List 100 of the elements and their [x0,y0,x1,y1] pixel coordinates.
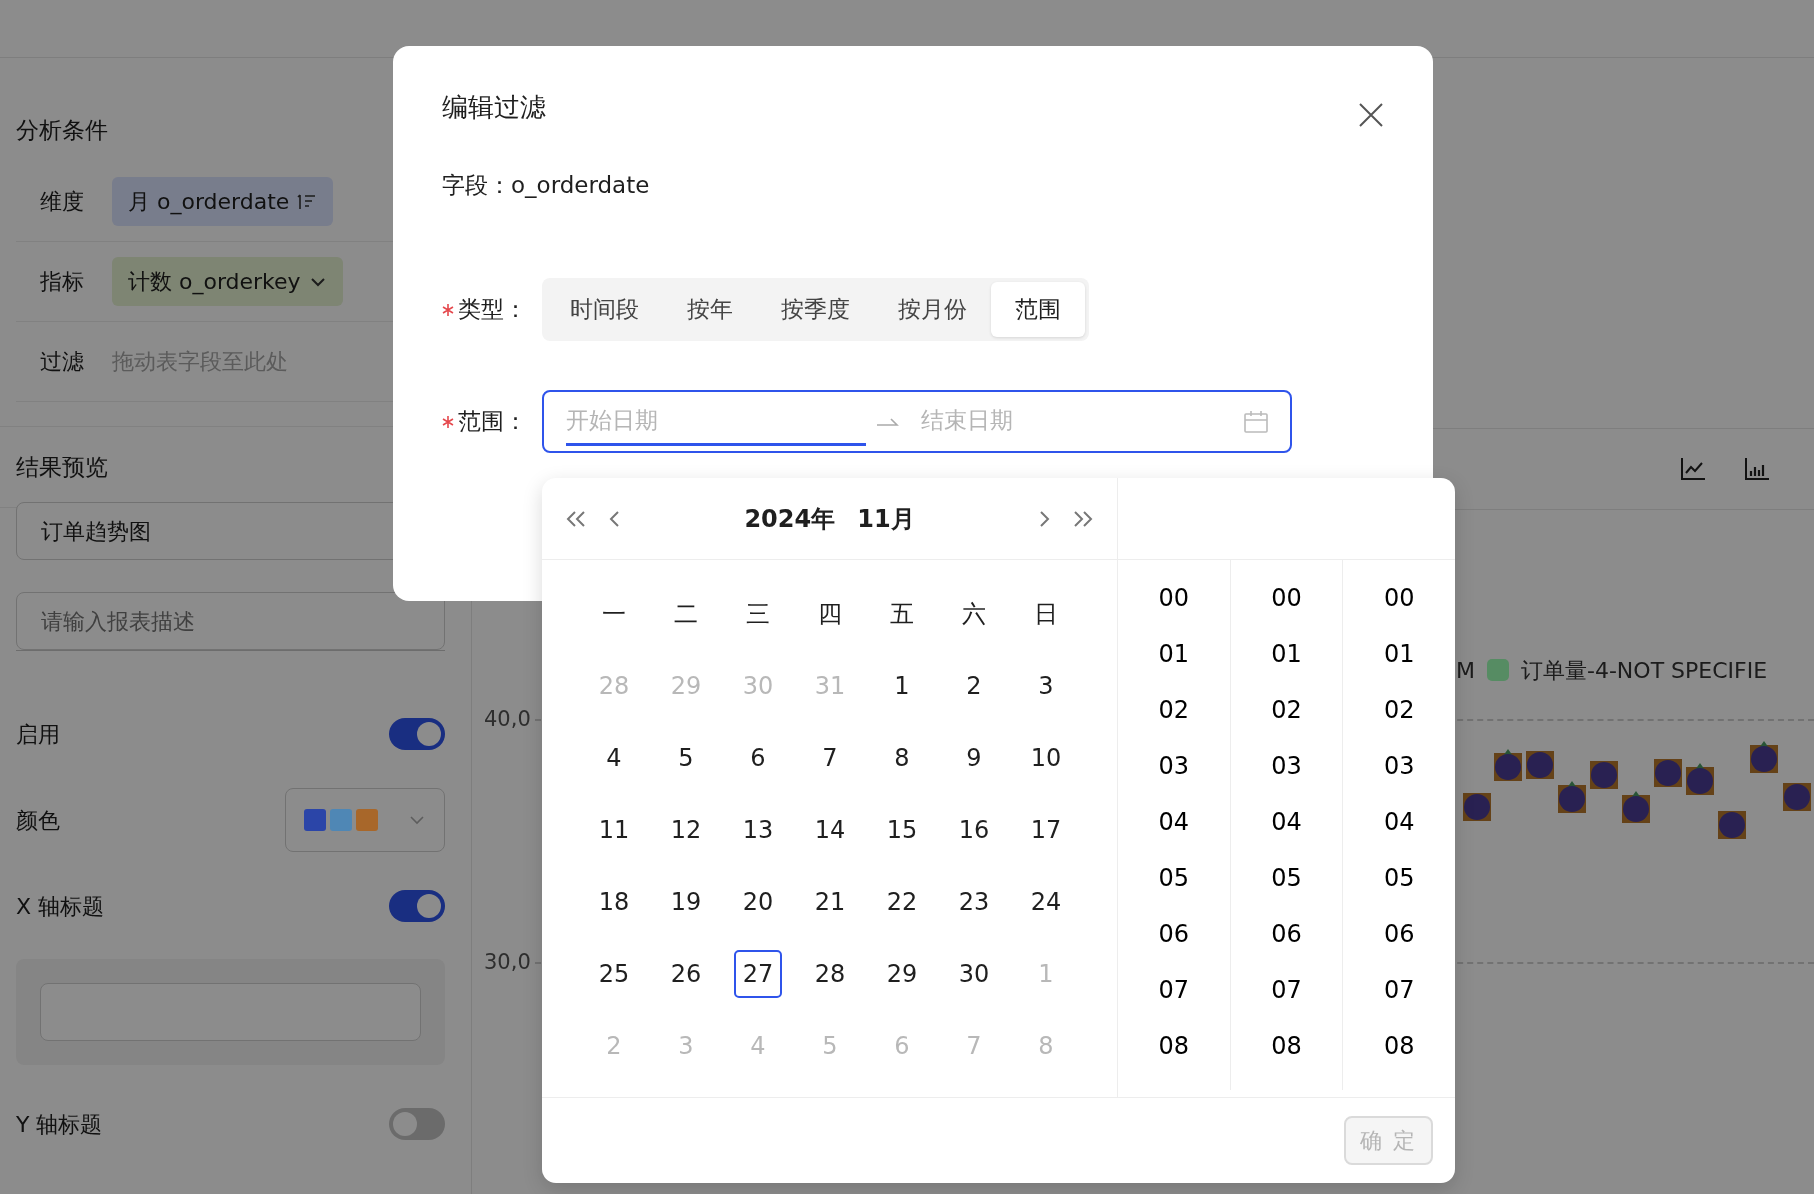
toggle-switch[interactable] [389,1108,445,1140]
time-option[interactable]: 06 [1118,906,1230,962]
double-chevron-left-icon[interactable] [564,508,588,529]
time-option[interactable]: 01 [1343,626,1455,682]
legend-label[interactable]: 订单量-4-NOT SPECIFIE [1521,653,1768,687]
weekday-label: 日 [1034,599,1058,630]
date-cell[interactable]: 5 [662,734,710,782]
time-option[interactable]: 03 [1343,738,1455,794]
start-date-field[interactable]: 开始日期 [566,396,866,447]
bar-chart-icon[interactable] [1744,457,1770,481]
date-cell[interactable]: 8 [878,734,926,782]
date-cell[interactable]: 22 [878,878,926,926]
calendar-icon [1244,410,1268,433]
date-cell[interactable]: 12 [662,806,710,854]
date-cell[interactable]: 19 [662,878,710,926]
date-cell[interactable]: 15 [878,806,926,854]
legend-label[interactable]: M [1456,653,1475,687]
description-field[interactable]: 请输入报表描述 [16,592,445,650]
weekday-label: 二 [674,599,698,630]
time-option[interactable]: 07 [1118,962,1230,1018]
time-option[interactable]: 00 [1230,570,1343,626]
weekday-label: 六 [962,599,986,630]
month-label[interactable]: 11月 [857,504,915,533]
date-cell[interactable]: 1 [878,662,926,710]
time-option[interactable]: 03 [1230,738,1343,794]
toggle-switch[interactable] [389,718,445,750]
time-option[interactable]: 02 [1343,682,1455,738]
setting-label: Y 轴标题 [16,1110,103,1139]
time-option[interactable]: 08 [1343,1018,1455,1074]
time-option[interactable]: 06 [1230,906,1343,962]
color-select[interactable] [285,788,445,852]
time-option[interactable]: 04 [1118,794,1230,850]
date-cell[interactable]: 24 [1022,878,1070,926]
time-option[interactable]: 07 [1230,962,1343,1018]
time-option[interactable]: 06 [1343,906,1455,962]
line-chart-icon[interactable] [1680,457,1706,481]
date-cell[interactable]: 2 [950,662,998,710]
weekday-label: 四 [818,599,842,630]
date-cell[interactable]: 20 [734,878,782,926]
time-option[interactable]: 07 [1343,962,1455,1018]
segment-option[interactable]: 按月份 [874,282,991,337]
axis-tick-label: 30,0 [484,949,531,977]
time-option[interactable]: 05 [1230,850,1343,906]
date-cell[interactable]: 29 [878,950,926,998]
date-cell[interactable]: 7 [806,734,854,782]
time-option[interactable]: 01 [1230,626,1343,682]
time-option[interactable]: 00 [1118,570,1230,626]
chevron-left-icon[interactable] [607,508,621,529]
segment-option[interactable]: 按年 [663,282,757,337]
field-info: 字段：o_orderdate [442,171,651,200]
date-cell[interactable]: 30 [950,950,998,998]
time-option[interactable]: 08 [1118,1018,1230,1074]
segment-option[interactable]: 范围 [991,282,1085,337]
time-option[interactable]: 01 [1118,626,1230,682]
time-option[interactable]: 08 [1230,1018,1343,1074]
date-cell[interactable]: 9 [950,734,998,782]
time-option[interactable]: 04 [1230,794,1343,850]
date-cell[interactable]: 27 [734,950,782,998]
segment-option[interactable]: 时间段 [546,282,663,337]
date-cell[interactable]: 10 [1022,734,1070,782]
double-chevron-right-icon[interactable] [1071,508,1095,529]
date-cell[interactable]: 6 [734,734,782,782]
row-label: 维度 [40,188,84,216]
date-cell[interactable]: 26 [662,950,710,998]
time-option[interactable]: 03 [1118,738,1230,794]
chevron-right-icon[interactable] [1038,508,1052,529]
date-cell[interactable]: 14 [806,806,854,854]
time-option[interactable]: 05 [1343,850,1455,906]
form-label: 类型： [458,295,527,325]
dimension-chip[interactable]: 月 o_orderdate [112,177,334,226]
time-option[interactable]: 02 [1118,682,1230,738]
metric-chip[interactable]: 计数 o_orderkey [112,257,343,306]
date-cell[interactable]: 4 [590,734,638,782]
date-cell[interactable]: 13 [734,806,782,854]
weekday-label: 三 [746,599,770,630]
setting-label: 启用 [16,720,60,749]
setting-label: X 轴标题 [16,892,105,921]
date-cell[interactable]: 25 [590,950,638,998]
year-label[interactable]: 2024年 [744,504,836,533]
date-cell[interactable]: 28 [806,950,854,998]
time-option[interactable]: 02 [1230,682,1343,738]
date-cell[interactable]: 3 [1022,662,1070,710]
date-cell[interactable]: 21 [806,878,854,926]
end-date-field[interactable]: 结束日期 [921,396,1221,447]
axis-title-field[interactable] [40,983,421,1041]
weekday-label: 一 [602,599,626,630]
time-option[interactable]: 05 [1118,850,1230,906]
date-cell[interactable]: 11 [590,806,638,854]
row-label: 过滤 [40,348,84,376]
segment-option[interactable]: 按季度 [757,282,874,337]
date-range-picker[interactable]: 开始日期 结束日期 [542,390,1292,453]
close-icon[interactable] [1358,101,1384,128]
date-cell[interactable]: 17 [1022,806,1070,854]
date-cell[interactable]: 18 [590,878,638,926]
date-cell[interactable]: 23 [950,878,998,926]
time-option[interactable]: 04 [1343,794,1455,850]
axis-tick-label: 40,0 [484,706,531,734]
time-option[interactable]: 00 [1343,570,1455,626]
toggle-switch[interactable] [389,890,445,922]
date-cell[interactable]: 16 [950,806,998,854]
